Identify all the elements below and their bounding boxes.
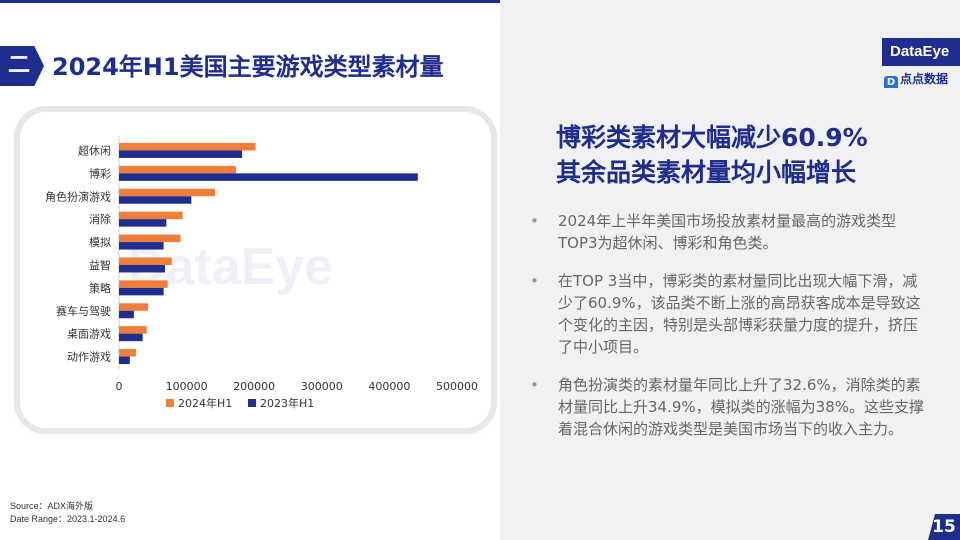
section-badge: 二 (0, 46, 44, 86)
x-tick-label: 300000 (301, 380, 343, 393)
category-label: 益智 (89, 258, 111, 272)
bar-2024 (119, 280, 168, 288)
bar-2024 (119, 211, 183, 220)
headline-line-2: 其余品类素材量均小幅增长 (556, 158, 857, 187)
category-label: 角色扮演游戏 (45, 189, 111, 203)
category-label: 消除 (89, 212, 111, 226)
x-tick-label: 0 (116, 380, 123, 393)
bar-chart: DataEye超休闲博彩角色扮演游戏消除模拟益智策略赛车与驾驶桌面游戏动作游戏0… (45, 136, 478, 410)
category-label: 超休闲 (78, 143, 111, 157)
headline-line-1: 博彩类素材大幅减少60.9% (556, 123, 868, 152)
chart-card: DataEye 超休闲 博彩 角色扮演游戏 消除 模拟 益智 策略 赛车与驾驶 桌面游戏 动作游戏 0… (20, 112, 491, 428)
bar-2024 (119, 234, 181, 243)
top-rule (0, 0, 500, 3)
legend-swatch-2024 (166, 399, 174, 407)
bar-2024 (119, 303, 149, 311)
bar-2024 (119, 165, 236, 174)
category-label: 策略 (89, 281, 111, 295)
bar-2024 (119, 326, 147, 334)
x-tick-label: 500000 (436, 380, 478, 393)
insight-item: 2024年上半年美国市场投放素材量最高的游戏类型TOP3为超休闲、博彩和角色类。 (528, 210, 928, 254)
page-title: 2024年H1美国主要游戏类型素材量 (52, 53, 444, 81)
source-note: Source：ADX海外版 Date Range：2023.1-2024.6 (10, 500, 125, 526)
bar-2023 (119, 264, 165, 273)
insight-item: 在TOP 3当中，博彩类的素材量同比出现大幅下滑，减少了60.9%，该品类不断上… (528, 270, 928, 358)
x-tick-label: 200000 (233, 380, 275, 393)
bar-2023 (119, 196, 192, 204)
date-range-line: Date Range：2023.1-2024.6 (10, 514, 126, 524)
bar-2023 (119, 242, 164, 250)
bar-2024 (119, 188, 215, 197)
source-line: Source：ADX海外版 (10, 501, 94, 511)
bar-2024 (119, 349, 136, 357)
bar-2023 (119, 310, 134, 319)
bar-2023 (119, 356, 130, 365)
diandian-logo-text: 点点数据 (900, 72, 949, 86)
insight-list: 2024年上半年美国市场投放素材量最高的游戏类型TOP3为超休闲、博彩和角色类。… (528, 210, 928, 456)
category-label: 赛车与驾驶 (56, 304, 111, 318)
category-label: 博彩 (89, 167, 111, 180)
category-label: 模拟 (89, 235, 111, 249)
legend-label-2023: 2023年H1 (260, 396, 314, 410)
dataeye-logo: DataEye (882, 38, 960, 66)
legend-swatch-2023 (248, 399, 256, 407)
bar-2023 (119, 173, 418, 181)
insight-item: 角色扮演类的素材量年同比上升了32.6%，消除类的素材量同比上升34.9%，模拟… (528, 374, 928, 440)
diandian-logo: D 点点数据 (884, 70, 960, 88)
bar-2024 (119, 142, 256, 151)
category-label: 桌面游戏 (67, 328, 111, 341)
bar-2023 (119, 219, 167, 227)
legend-label-2024: 2024年H1 (178, 396, 232, 410)
bar-2024 (119, 257, 172, 265)
x-tick-label: 100000 (166, 380, 208, 393)
bar-2023 (119, 150, 243, 158)
category-label: 动作游戏 (67, 351, 111, 364)
diandian-logo-icon: D (884, 76, 898, 88)
x-tick-label: 400000 (368, 380, 410, 393)
headline: 博彩类素材大幅减少60.9% 其余品类素材量均小幅增长 (556, 120, 936, 190)
bar-2023 (119, 333, 143, 342)
bar-2023 (119, 287, 164, 296)
